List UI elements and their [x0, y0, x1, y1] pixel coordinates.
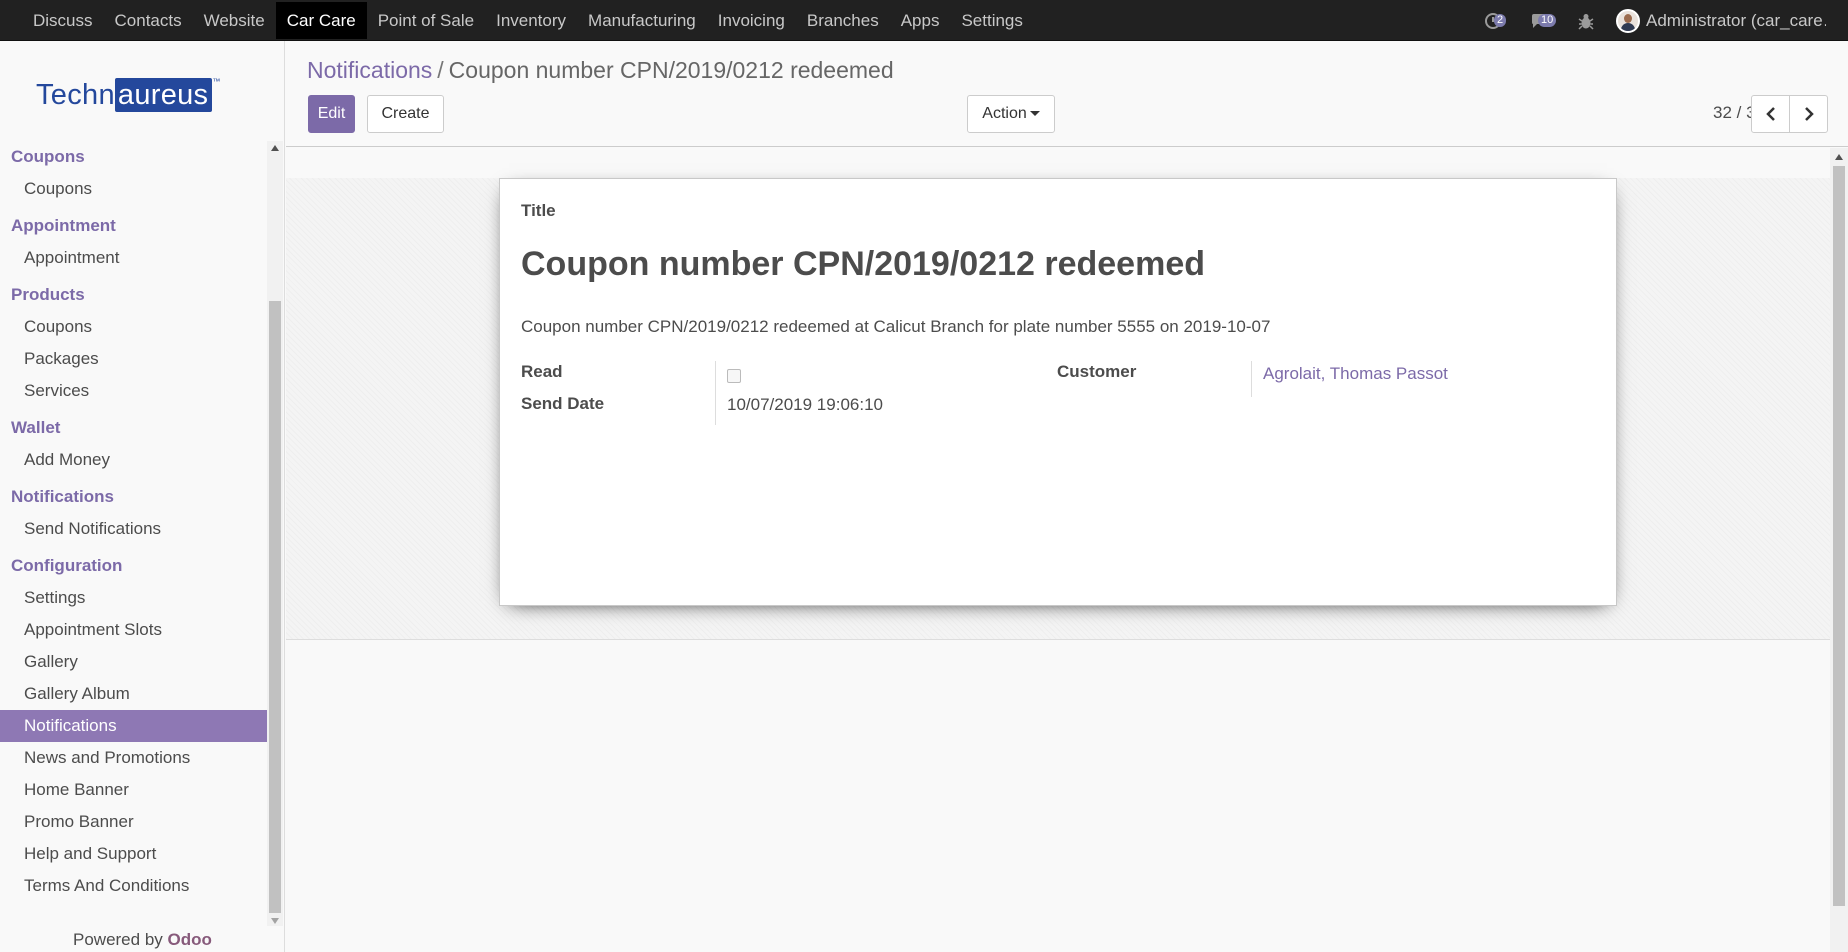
field-divider: [715, 361, 716, 425]
form-view: Title Coupon number CPN/2019/0212 redeem…: [286, 148, 1848, 952]
form-sheet: Title Coupon number CPN/2019/0212 redeem…: [499, 178, 1617, 606]
breadcrumb-current: Coupon number CPN/2019/0212 redeemed: [448, 57, 894, 83]
sidebar-item-appointment[interactable]: Appointment: [0, 242, 267, 274]
user-menu[interactable]: Administrator (car_care…: [1616, 8, 1826, 33]
sidebar-item-coupons[interactable]: Coupons: [0, 173, 267, 205]
company-logo[interactable]: Techn aureus ™: [36, 75, 220, 115]
topnav-item-manufacturing[interactable]: Manufacturing: [577, 2, 707, 39]
powered-by-text: Powered by: [73, 930, 163, 949]
sidebar-section-wallet[interactable]: Wallet: [0, 412, 267, 444]
sidebar-item-gallery-album[interactable]: Gallery Album: [0, 678, 267, 710]
sidebar-section-coupons[interactable]: Coupons: [0, 141, 267, 173]
chevron-right-icon: [1804, 107, 1814, 121]
topnav-item-inventory[interactable]: Inventory: [485, 2, 577, 39]
title-field-label: Title: [521, 201, 556, 220]
title-field-value: Coupon number CPN/2019/0212 redeemed: [521, 245, 1206, 283]
topnav-item-branches[interactable]: Branches: [796, 2, 890, 39]
scroll-up-arrow-icon[interactable]: [271, 145, 279, 151]
customer-link[interactable]: Agrolait, Thomas Passot: [1263, 364, 1448, 384]
powered-by: Powered by Odoo: [73, 930, 212, 950]
create-button[interactable]: Create: [367, 95, 444, 133]
bug-icon: [1578, 13, 1594, 30]
logo-trademark: ™: [212, 77, 221, 86]
logo-text-part2: aureus: [114, 78, 213, 112]
send-date-field-label: Send Date: [521, 394, 605, 413]
sidebar-item-terms-and-conditions[interactable]: Terms And Conditions: [0, 870, 267, 902]
sidebar-item-notifications[interactable]: Notifications: [0, 710, 267, 742]
topnav-item-apps[interactable]: Apps: [890, 2, 951, 39]
sidebar-section-products[interactable]: Products: [0, 279, 267, 311]
topnav-item-invoicing[interactable]: Invoicing: [707, 2, 796, 39]
sidebar-scroll-thumb[interactable]: [269, 301, 281, 913]
topnav-item-car-care[interactable]: Car Care: [275, 2, 367, 39]
topnav-item-point-of-sale[interactable]: Point of Sale: [367, 2, 485, 39]
sidebar-item-coupons[interactable]: Coupons: [0, 311, 267, 343]
sidebar-item-help-and-support[interactable]: Help and Support: [0, 838, 267, 870]
action-label: Action: [982, 105, 1027, 122]
read-field-label: Read: [521, 362, 563, 381]
sidebar-section-appointment[interactable]: Appointment: [0, 210, 267, 242]
sidebar-item-appointment-slots[interactable]: Appointment Slots: [0, 614, 267, 646]
sidebar-item-promo-banner[interactable]: Promo Banner: [0, 806, 267, 838]
avatar: [1616, 8, 1640, 33]
debug-button[interactable]: [1578, 11, 1594, 31]
user-name: Administrator (car_care…: [1646, 10, 1826, 30]
breadcrumb-separator: /: [437, 57, 444, 83]
activity-button[interactable]: 2: [1484, 11, 1508, 31]
customer-field-label: Customer: [1057, 362, 1137, 381]
topnav-item-contacts[interactable]: Contacts: [104, 2, 193, 39]
breadcrumb: Notifications / Coupon number CPN/2019/021…: [307, 57, 894, 84]
scroll-up-arrow-icon[interactable]: [1835, 154, 1843, 160]
action-dropdown[interactable]: Action: [967, 95, 1055, 133]
topnav-item-settings[interactable]: Settings: [950, 2, 1033, 39]
message-count-badge: 10: [1538, 13, 1557, 27]
sidebar-item-add-money[interactable]: Add Money: [0, 444, 267, 476]
activity-count-badge: 2: [1494, 13, 1507, 27]
content-scroll-thumb[interactable]: [1833, 166, 1845, 906]
caret-down-icon: [1029, 111, 1040, 117]
sidebar-scrollbar[interactable]: [267, 141, 283, 926]
topnav-item-discuss[interactable]: Discuss: [22, 2, 104, 39]
systray: 2 10 Administrator (car_care…: [1484, 0, 1848, 41]
control-panel: Notifications / Coupon number CPN/2019/021…: [286, 41, 1848, 147]
sidebar-item-settings[interactable]: Settings: [0, 582, 267, 614]
send-date-value: 10/07/2019 19:06:10: [727, 395, 883, 414]
app-menu: Discuss Contacts Website Car Care Point of S…: [22, 0, 1034, 41]
sidebar-section-notifications[interactable]: Notifications: [0, 481, 267, 513]
sidebar-item-news-and-promotions[interactable]: News and Promotions: [0, 742, 267, 774]
description-text: Coupon number CPN/2019/0212 redeemed at …: [521, 317, 1271, 336]
topnav-item-website[interactable]: Website: [193, 2, 276, 39]
sidebar-item-send-notifications[interactable]: Send Notifications: [0, 513, 267, 545]
sidebar-section-configuration[interactable]: Configuration: [0, 550, 267, 582]
edit-button[interactable]: Edit: [308, 95, 355, 133]
pager-next-button[interactable]: [1789, 95, 1828, 133]
messaging-button[interactable]: 10: [1530, 11, 1557, 31]
sidebar-menu: Coupons Coupons Appointment Appointment Prod…: [0, 141, 267, 921]
sidebar-item-gallery[interactable]: Gallery: [0, 646, 267, 678]
sidebar-item-packages[interactable]: Packages: [0, 343, 267, 375]
read-checkbox[interactable]: [727, 369, 741, 383]
content-scrollbar[interactable]: [1830, 148, 1848, 952]
scroll-down-arrow-icon[interactable]: [271, 918, 279, 924]
sidebar-item-services[interactable]: Services: [0, 375, 267, 407]
top-navbar: Discuss Contacts Website Car Care Point of S…: [0, 0, 1848, 41]
odoo-link[interactable]: Odoo: [168, 930, 212, 949]
sidebar: Techn aureus ™ Coupons Coupons Appointment Ap…: [0, 41, 285, 952]
sidebar-item-home-banner[interactable]: Home Banner: [0, 774, 267, 806]
pager-previous-button[interactable]: [1751, 95, 1790, 133]
field-divider: [1251, 361, 1252, 397]
logo-text-part1: Techn: [36, 78, 115, 111]
chevron-left-icon: [1765, 107, 1775, 121]
breadcrumb-notifications-link[interactable]: Notifications: [307, 57, 432, 83]
